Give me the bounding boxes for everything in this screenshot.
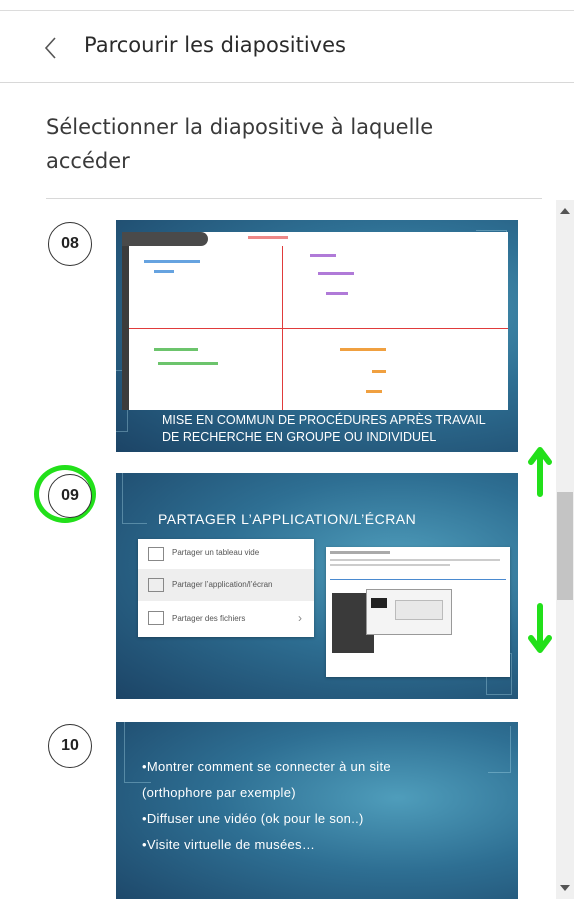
green-scribble <box>158 362 218 365</box>
scroll-up-icon[interactable] <box>560 208 570 214</box>
menu-label: Partager des fichiers <box>172 614 246 623</box>
blue-scribble <box>154 270 174 273</box>
instruction-text: Sélectionner la diapositive à laquelle a… <box>46 115 434 173</box>
bullet-line: •Visite virtuelle de musées… <box>142 837 316 852</box>
menu-item-blank-board: Partager un tableau vide <box>138 539 314 569</box>
menu-label: Partager un tableau vide <box>172 548 260 557</box>
slide-thumbnail-08[interactable]: MISE EN COMMUN DE PROCÉDURES APRÈS TRAVA… <box>116 220 518 452</box>
slide-10-bullets: •Montrer comment se connecter à un site … <box>142 754 391 858</box>
preview-inner <box>395 600 443 620</box>
menu-label: Partager l’application/l’écran <box>172 580 273 589</box>
bullet-line: •Diffuser une vidéo (ok pour le son..) <box>142 811 364 826</box>
slide-list[interactable]: 08 MISE EN COMMUN DE PROCÉDURES APRÈS TR… <box>0 200 556 899</box>
slide-thumbnail-10[interactable]: •Montrer comment se connecter à un site … <box>116 722 518 899</box>
slide-number-09[interactable]: 09 <box>48 474 92 518</box>
share-menu-screenshot: Partager un tableau vide Partager l’appl… <box>138 539 314 637</box>
share-dialog-screenshot <box>326 547 510 677</box>
chevron-right-icon: › <box>298 611 302 625</box>
whiteboard-left-bar <box>122 246 129 410</box>
green-scribble <box>154 348 198 351</box>
red-scribble <box>248 236 288 239</box>
scrollbar-thumb[interactable] <box>557 492 573 600</box>
purple-scribble <box>318 272 354 275</box>
dialog-text-line <box>330 559 500 561</box>
scroll-down-icon[interactable] <box>560 885 570 891</box>
slide-number-08[interactable]: 08 <box>48 222 92 266</box>
horizontal-divider <box>129 328 508 329</box>
dialog-tabs <box>330 573 506 580</box>
caption-line-2: DE RECHERCHE EN GROUPE OU INDIVIDUEL <box>162 430 437 444</box>
scrollbar[interactable] <box>556 200 574 899</box>
slide-number-10[interactable]: 10 <box>48 724 92 768</box>
orange-scribble <box>340 348 386 351</box>
whiteboard-toolbar <box>122 232 208 246</box>
preview-inner <box>371 598 387 608</box>
orange-scribble <box>366 390 382 393</box>
dialog-preview-window <box>366 589 452 635</box>
files-icon <box>148 611 164 625</box>
orange-scribble <box>372 370 386 373</box>
caption-line-1: MISE EN COMMUN DE PROCÉDURES APRÈS TRAVA… <box>162 413 486 427</box>
dialog-title-bar <box>330 551 390 554</box>
purple-scribble <box>310 254 336 257</box>
blue-scribble <box>144 260 200 263</box>
page-title: Parcourir les diapositives <box>84 33 346 57</box>
panel-header: Parcourir les diapositives <box>0 11 574 83</box>
bullet-line: (orthophore par exemple) <box>142 785 296 800</box>
purple-scribble <box>326 292 348 295</box>
dialog-text-line <box>330 564 450 566</box>
slide-08-caption: MISE EN COMMUN DE PROCÉDURES APRÈS TRAVA… <box>162 412 486 446</box>
whiteboard-screenshot <box>122 232 508 410</box>
slide-thumbnail-09[interactable]: PARTAGER L’APPLICATION/L’ÉCRAN Partager … <box>116 473 518 699</box>
arrow-down-annotation <box>528 603 552 653</box>
back-button[interactable] <box>36 31 66 65</box>
decor-line <box>488 726 511 773</box>
bullet-line: •Montrer comment se connecter à un site <box>142 759 391 774</box>
chevron-left-icon <box>44 37 56 59</box>
header-divider <box>0 82 574 83</box>
subtitle-divider <box>46 198 542 199</box>
menu-item-share-files: Partager des fichiers › <box>138 601 314 637</box>
decor-line <box>122 473 147 524</box>
board-icon <box>148 547 164 561</box>
menu-item-share-screen: Partager l’application/l’écran <box>138 569 314 601</box>
screen-icon <box>148 578 164 592</box>
arrow-up-annotation <box>528 447 552 497</box>
slide-09-title: PARTAGER L’APPLICATION/L’ÉCRAN <box>158 511 417 527</box>
